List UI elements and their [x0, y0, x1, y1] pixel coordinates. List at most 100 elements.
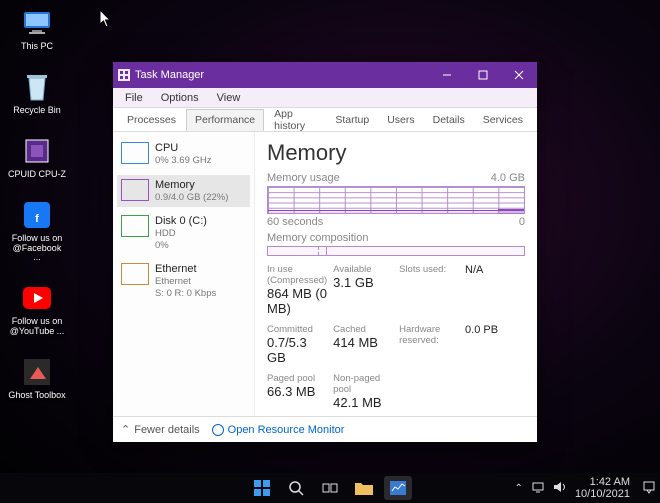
desktop-icon-label: Ghost Toolbox	[8, 391, 65, 401]
stat-label: Non-paged pool	[333, 373, 393, 395]
stat-value: 42.1 MB	[333, 395, 393, 410]
task-manager-window: Task Manager File Options View Processes…	[113, 62, 537, 442]
network-icon[interactable]	[531, 481, 545, 496]
desktop-icon-label: This PC	[21, 42, 53, 52]
sidebar-item-ethernet[interactable]: EthernetEthernetS: 0 R: 0 Kbps	[117, 259, 250, 303]
sidebar-label: Disk 0 (C:)	[155, 215, 207, 228]
stat-label: Cached	[333, 324, 393, 335]
memory-stats: In use (Compressed)864 MB (0 MB) Availab…	[267, 264, 525, 410]
orm-label: Open Resource Monitor	[228, 424, 345, 436]
stat-value: 3.1 GB	[333, 275, 393, 290]
chart-xleft: 60 seconds	[267, 216, 323, 228]
monitor-icon	[212, 424, 224, 436]
close-button[interactable]	[501, 62, 537, 88]
tab-details[interactable]: Details	[425, 110, 473, 130]
sidebar-label: CPU	[155, 142, 212, 155]
desktop-icon-label: Follow us on @Facebook ...	[8, 234, 66, 264]
desktop-icon-this-pc[interactable]: This PC	[8, 6, 66, 52]
stat-label: Committed	[267, 324, 327, 335]
task-manager-taskbar-button[interactable]	[384, 476, 412, 500]
chevron-up-icon[interactable]: ⌃	[515, 483, 523, 494]
stat-value: 0.7/5.3 GB	[267, 335, 327, 365]
tab-app-history[interactable]: App history	[266, 104, 325, 136]
clock[interactable]: 1:42 AM 10/10/2021	[575, 476, 634, 500]
desktop-icon-recycle-bin[interactable]: Recycle Bin	[8, 70, 66, 116]
desktop-icon-label: Recycle Bin	[13, 106, 61, 116]
stat-label: Slots used:	[399, 264, 459, 275]
sidebar-sub: 0% 3.69 GHz	[155, 155, 212, 166]
date: 10/10/2021	[575, 488, 630, 500]
stat-value: N/A	[465, 264, 525, 276]
sidebar-sub: HDD	[155, 228, 207, 239]
pc-icon	[20, 6, 54, 40]
sidebar-sub: 0.9/4.0 GB (22%)	[155, 192, 228, 203]
chart-max: 4.0 GB	[491, 172, 525, 184]
tabs: Processes Performance App history Startu…	[113, 108, 537, 132]
youtube-icon	[20, 281, 54, 315]
menu-file[interactable]: File	[117, 90, 151, 106]
menu-view[interactable]: View	[209, 90, 249, 106]
window-footer: ⌃ Fewer details Open Resource Monitor	[113, 416, 537, 442]
sidebar-label: Memory	[155, 179, 228, 192]
svg-text:f: f	[35, 213, 39, 225]
sidebar-sub: Ethernet	[155, 276, 216, 287]
sidebar-sub2: S: 0 R: 0 Kbps	[155, 288, 216, 299]
stat-label: Paged pool	[267, 373, 327, 384]
stat-label: In use (Compressed)	[267, 264, 327, 286]
stat-value: 66.3 MB	[267, 384, 327, 399]
fewer-details-link[interactable]: ⌃ Fewer details	[121, 423, 200, 436]
desktop-icon-label: CPUID CPU-Z	[8, 170, 66, 180]
ghost-toolbox-icon	[20, 355, 54, 389]
tab-users[interactable]: Users	[379, 110, 422, 130]
chevron-up-icon: ⌃	[121, 423, 130, 436]
memory-composition-chart	[267, 246, 525, 256]
comp-label: Memory composition	[267, 232, 368, 244]
explorer-button[interactable]	[350, 476, 378, 500]
fewer-details-label: Fewer details	[134, 424, 199, 436]
tab-services[interactable]: Services	[475, 110, 531, 130]
tab-performance[interactable]: Performance	[186, 109, 264, 131]
window-title: Task Manager	[135, 69, 429, 81]
maximize-button[interactable]	[465, 62, 501, 88]
taskbar[interactable]: ⌃ 1:42 AM 10/10/2021	[0, 473, 660, 503]
desktop-icon-facebook[interactable]: f Follow us on @Facebook ...	[8, 198, 66, 264]
chart-label: Memory usage	[267, 172, 340, 184]
sidebar-item-disk[interactable]: Disk 0 (C:)HDD0%	[117, 211, 250, 255]
start-button[interactable]	[248, 476, 276, 500]
stat-label: Hardware reserved:	[399, 324, 459, 346]
task-view-button[interactable]	[316, 476, 344, 500]
memory-mini-graph	[121, 179, 149, 201]
cpu-mini-graph	[121, 142, 149, 164]
memory-panel: Memory Memory usage 4.0 GB 60 seconds 0 Me…	[255, 132, 537, 416]
menu-options[interactable]: Options	[153, 90, 207, 106]
open-resource-monitor-link[interactable]: Open Resource Monitor	[212, 424, 345, 436]
desktop-icon-label: Follow us on @YouTube ...	[8, 317, 66, 337]
desktop-icon-ghost-toolbox[interactable]: Ghost Toolbox	[8, 355, 66, 401]
tab-startup[interactable]: Startup	[327, 110, 377, 130]
notifications-icon[interactable]	[642, 480, 656, 497]
ethernet-mini-graph	[121, 263, 149, 285]
time: 1:42 AM	[575, 476, 630, 488]
minimize-button[interactable]	[429, 62, 465, 88]
sidebar-item-memory[interactable]: Memory0.9/4.0 GB (22%)	[117, 175, 250, 208]
stat-value: 414 MB	[333, 335, 393, 350]
recycle-bin-icon	[20, 70, 54, 104]
system-tray[interactable]: ⌃ 1:42 AM 10/10/2021	[515, 476, 656, 500]
search-button[interactable]	[282, 476, 310, 500]
perf-sidebar: CPU0% 3.69 GHz Memory0.9/4.0 GB (22%) Di…	[113, 132, 255, 416]
desktop-icon-youtube[interactable]: Follow us on @YouTube ...	[8, 281, 66, 337]
chart-xright: 0	[519, 216, 525, 228]
desktop-icon-cpuz[interactable]: CPUID CPU-Z	[8, 134, 66, 180]
page-title: Memory	[267, 140, 525, 166]
sidebar-sub2: 0%	[155, 240, 207, 251]
volume-icon[interactable]	[553, 481, 567, 496]
stat-label: Available	[333, 264, 393, 275]
cpuz-icon	[20, 134, 54, 168]
memory-usage-chart	[267, 186, 525, 214]
stat-value: 864 MB (0 MB)	[267, 286, 327, 316]
sidebar-item-cpu[interactable]: CPU0% 3.69 GHz	[117, 138, 250, 171]
titlebar[interactable]: Task Manager	[113, 62, 537, 88]
app-icon	[113, 69, 135, 81]
facebook-icon: f	[20, 198, 54, 232]
tab-processes[interactable]: Processes	[119, 110, 184, 130]
